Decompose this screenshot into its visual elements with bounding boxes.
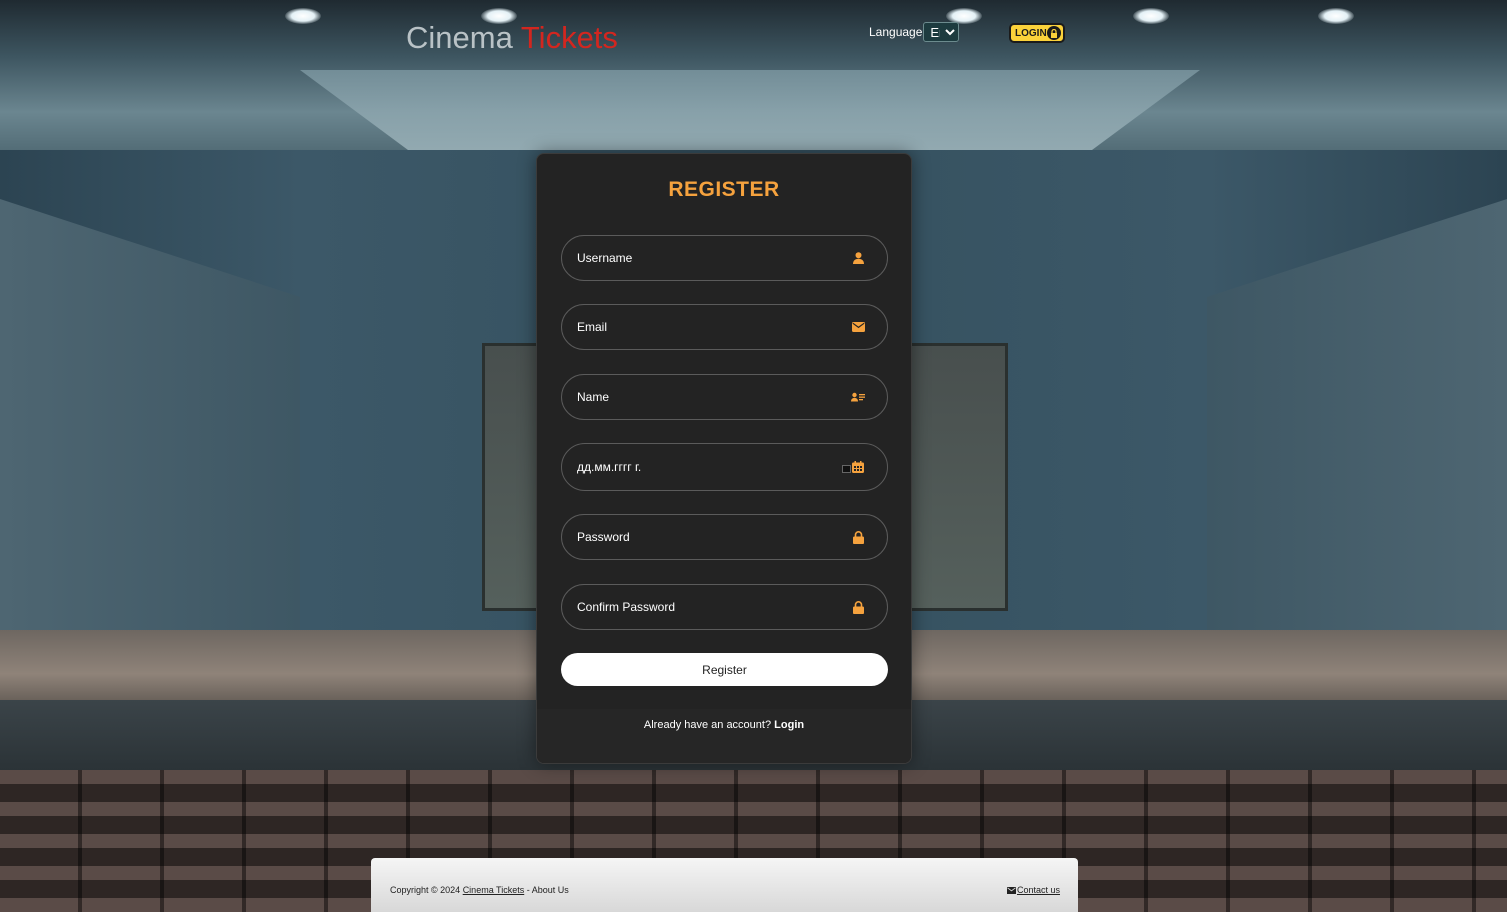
footer-contact-link[interactable]: Contact us (1017, 885, 1060, 895)
footer-about-link[interactable]: About Us (532, 885, 569, 895)
logo-word-cinema: Cinema (406, 20, 513, 55)
footer-site-link[interactable]: Cinema Tickets (463, 885, 525, 895)
confirm-password-input[interactable] (562, 585, 887, 629)
register-button[interactable]: Register (561, 653, 888, 686)
language-label: Language (869, 25, 923, 39)
site-logo[interactable]: Cinema Tickets (406, 18, 618, 58)
date-picker-indicator[interactable] (842, 465, 851, 473)
confirm-password-field (561, 584, 888, 630)
register-page: Cinema Tickets Language En LOGIN REGISTE… (0, 0, 1507, 912)
name-field (561, 374, 888, 420)
envelope-icon (851, 320, 865, 334)
birthdate-input[interactable] (562, 444, 887, 490)
have-account-line: Already have an account? Login (537, 719, 911, 731)
footer-contact[interactable]: Contact us (1006, 885, 1060, 895)
email-input[interactable] (562, 305, 887, 349)
ceiling-light (1318, 8, 1354, 24)
language-select[interactable]: En (923, 22, 960, 42)
login-link[interactable]: Login (774, 719, 804, 731)
footer-copyright: Copyright © 2024 Cinema Tickets - About … (390, 885, 569, 895)
password-input[interactable] (562, 515, 887, 559)
register-title: REGISTER (668, 178, 780, 201)
ceiling-light (285, 8, 321, 24)
lock-icon (851, 600, 865, 614)
id-card-icon (851, 390, 865, 404)
birthdate-field (561, 443, 888, 491)
footer-separator: - (524, 885, 532, 895)
lock-icon (851, 530, 865, 544)
card-footer (537, 709, 911, 763)
password-field (561, 514, 888, 560)
login-button[interactable]: LOGIN (1009, 23, 1065, 43)
username-field (561, 235, 888, 281)
envelope-icon (1006, 886, 1016, 894)
copyright-text: Copyright © 2024 (390, 885, 461, 895)
page-footer: Copyright © 2024 Cinema Tickets - About … (371, 858, 1078, 912)
register-card: REGISTER Username Email Name дд.мм.гггг … (536, 153, 912, 764)
email-field (561, 304, 888, 350)
ceiling-light (1133, 8, 1169, 24)
username-input[interactable] (562, 236, 887, 280)
logo-word-tickets: Tickets (520, 20, 618, 55)
lock-icon (1047, 26, 1061, 40)
have-account-text: Already have an account? (643, 719, 772, 731)
calendar-icon[interactable] (851, 460, 865, 474)
login-badge-label: LOGIN (1015, 27, 1047, 39)
language-switcher: Language En (869, 22, 960, 42)
name-input[interactable] (562, 375, 887, 419)
user-icon (851, 251, 865, 265)
ceiling-panel (300, 70, 1200, 150)
